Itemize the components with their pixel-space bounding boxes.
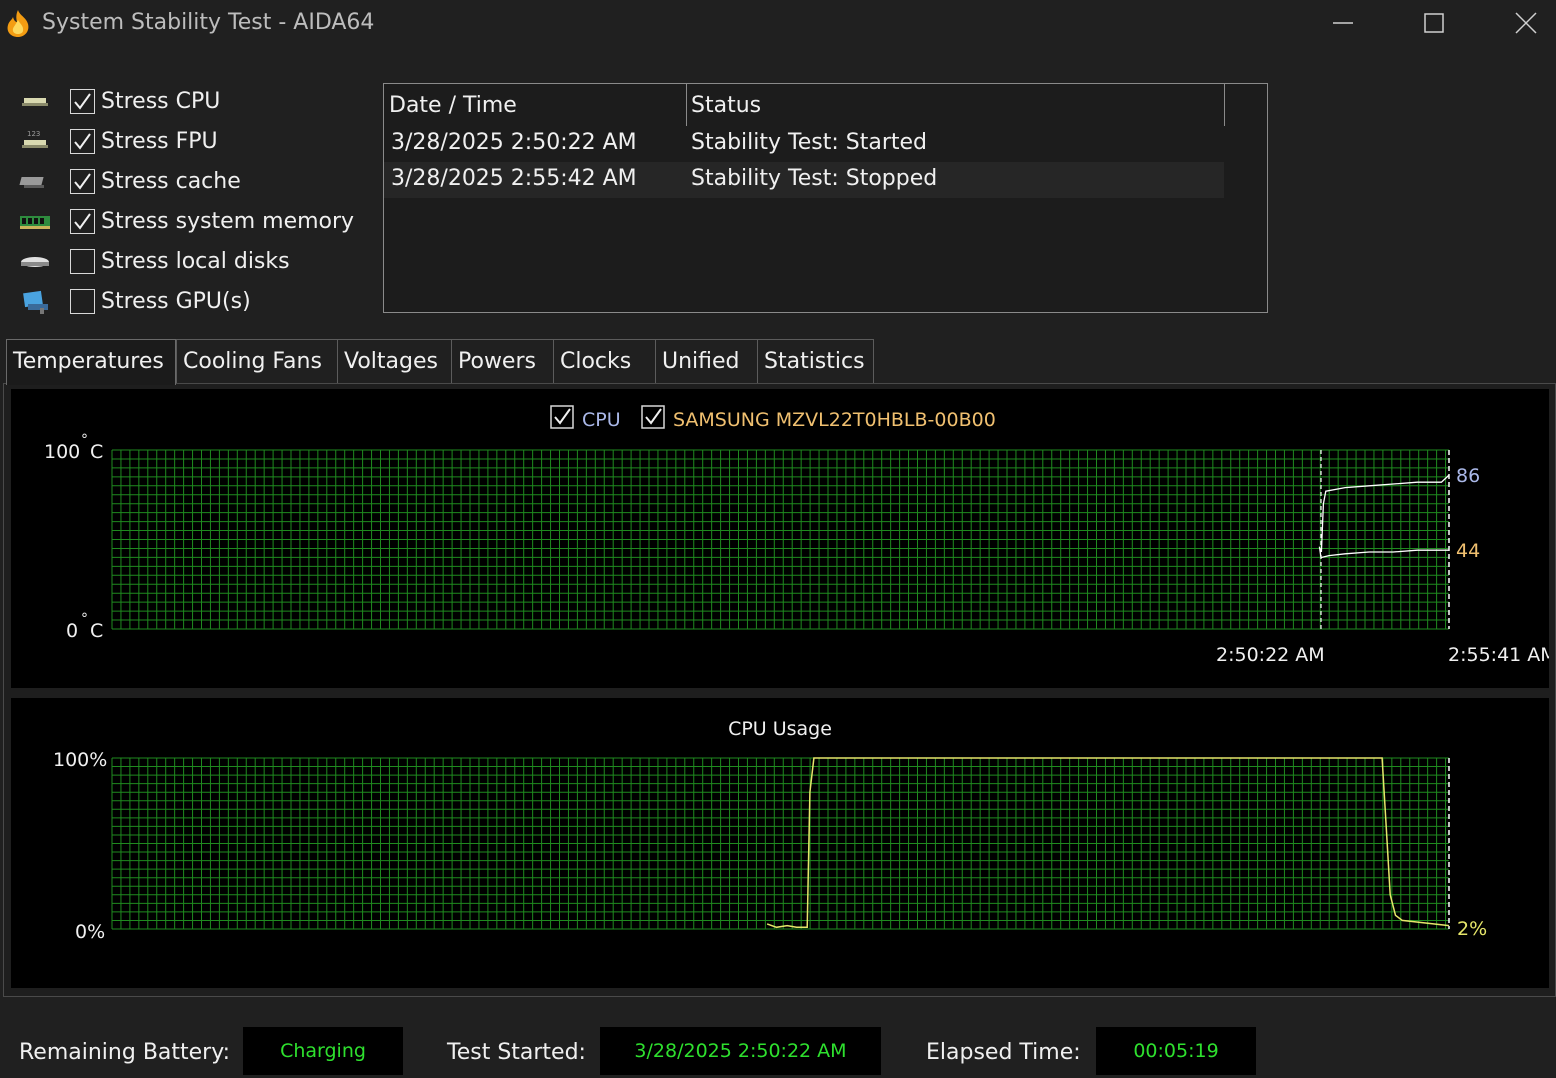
stress-option-label: Stress local disks bbox=[101, 249, 290, 274]
tab-cooling-fans[interactable]: Cooling Fans bbox=[176, 339, 343, 383]
stress-option-stress-fpu[interactable]: 123 Stress FPU bbox=[16, 124, 356, 160]
y-axis-max-label: 100 bbox=[44, 441, 80, 463]
stress-checkbox[interactable] bbox=[70, 209, 95, 234]
stress-option-label: Stress cache bbox=[101, 169, 241, 194]
stress-option-label: Stress system memory bbox=[101, 209, 355, 234]
stress-option-label: Stress FPU bbox=[101, 129, 218, 154]
elapsed-time-value: 00:05:19 bbox=[1133, 1040, 1219, 1062]
checkmark-icon bbox=[74, 213, 91, 230]
degree-symbol: ° bbox=[81, 432, 88, 448]
svg-text:123: 123 bbox=[27, 130, 40, 138]
y-axis-min-label: 0 bbox=[66, 620, 78, 642]
chart-grid bbox=[111, 757, 1449, 930]
close-button[interactable] bbox=[1496, 0, 1556, 46]
log-date-time: 3/28/2025 2:50:22 AM bbox=[391, 130, 637, 155]
battery-value-box: Charging bbox=[243, 1027, 403, 1075]
series-current-value: 2% bbox=[1457, 918, 1487, 940]
log-status: Stability Test: Stopped bbox=[691, 166, 938, 191]
stress-checkbox[interactable] bbox=[70, 129, 95, 154]
tab-label: Temperatures bbox=[13, 349, 164, 374]
tab-powers[interactable]: Powers bbox=[451, 339, 554, 383]
cache-chip-icon bbox=[19, 177, 44, 188]
tab-clocks[interactable]: Clocks bbox=[553, 339, 656, 383]
stress-option-stress-cache[interactable]: Stress cache bbox=[16, 164, 356, 200]
flame-icon bbox=[7, 10, 29, 37]
stress-option-stress-gpu-s[interactable]: Stress GPU(s) bbox=[16, 284, 356, 320]
column-header-date-time[interactable]: Date / Time bbox=[389, 93, 517, 118]
log-date-time: 3/28/2025 2:55:42 AM bbox=[391, 166, 637, 191]
stress-option-stress-cpu[interactable]: Stress CPU bbox=[16, 84, 356, 120]
disk-icon bbox=[21, 257, 49, 267]
log-status: Stability Test: Started bbox=[691, 130, 927, 155]
log-header: Date / Time Status bbox=[384, 84, 1267, 126]
stress-option-label: Stress CPU bbox=[101, 89, 221, 114]
tab-statistics[interactable]: Statistics bbox=[757, 339, 874, 383]
stress-checkbox[interactable] bbox=[70, 249, 95, 274]
battery-label: Remaining Battery: bbox=[19, 1040, 231, 1065]
cpu-usage-chart-svg: CPU Usage 100% 0% 2% bbox=[53, 718, 1487, 943]
series-line-cpu bbox=[1320, 474, 1450, 553]
column-header-status[interactable]: Status bbox=[691, 93, 761, 118]
legend-label: CPU bbox=[582, 409, 621, 431]
stress-checkbox[interactable] bbox=[70, 169, 95, 194]
elapsed-time-value-box: 00:05:19 bbox=[1096, 1027, 1256, 1075]
y-axis-unit-label: C bbox=[90, 441, 103, 463]
tab-label: Unified bbox=[662, 349, 740, 374]
event-log-table[interactable]: Date / Time Status 3/28/2025 2:50:22 AM … bbox=[383, 83, 1268, 313]
series-current-value: 86 bbox=[1456, 465, 1480, 487]
maximize-icon bbox=[1424, 13, 1444, 33]
degree-symbol: ° bbox=[81, 611, 88, 627]
stress-option-stress-local-disks[interactable]: Stress local disks bbox=[16, 244, 356, 280]
cpu-chip-icon bbox=[22, 98, 48, 106]
x-axis-start-label: 2:50:22 AM bbox=[1216, 644, 1325, 666]
maximize-button[interactable] bbox=[1404, 0, 1464, 46]
fpu-chip-icon: 123 bbox=[22, 130, 48, 148]
checkmark-icon bbox=[74, 133, 91, 150]
stress-checkbox[interactable] bbox=[70, 89, 95, 114]
series-current-value: 44 bbox=[1456, 540, 1480, 562]
column-divider[interactable] bbox=[686, 84, 687, 126]
tab-temperatures[interactable]: Temperatures bbox=[6, 339, 176, 385]
table-row[interactable]: 3/28/2025 2:55:42 AM Stability Test: Sto… bbox=[384, 162, 1224, 198]
test-started-value-box: 3/28/2025 2:50:22 AM bbox=[600, 1027, 881, 1075]
tab-voltages[interactable]: Voltages bbox=[337, 339, 452, 383]
minimize-icon bbox=[1333, 22, 1353, 24]
chart-grid bbox=[111, 449, 1449, 630]
x-axis-end-label: 2:55:41 AM bbox=[1448, 644, 1549, 666]
temperature-chart-svg: CPU SAMSUNG MZVL22T0HBLB-00B00100°C0°C2:5… bbox=[44, 405, 1549, 666]
elapsed-time-label: Elapsed Time: bbox=[926, 1040, 1081, 1065]
test-started-label: Test Started: bbox=[447, 1040, 586, 1065]
memory-module-icon bbox=[20, 216, 50, 229]
column-divider[interactable] bbox=[1224, 84, 1225, 126]
minimize-button[interactable] bbox=[1313, 0, 1373, 46]
close-icon bbox=[1515, 12, 1537, 34]
y-axis-max-label: 100% bbox=[53, 749, 107, 771]
cpu-usage-chart: CPU Usage 100% 0% 2% bbox=[11, 698, 1549, 988]
chart-title: CPU Usage bbox=[728, 718, 832, 740]
legend-item[interactable]: SAMSUNG MZVL22T0HBLB-00B00 bbox=[641, 405, 996, 431]
y-axis-unit-label: C bbox=[90, 620, 103, 642]
tab-label: Powers bbox=[458, 349, 536, 374]
title-bar: System Stability Test - AIDA64 bbox=[0, 0, 1556, 46]
stress-checkbox[interactable] bbox=[70, 289, 95, 314]
tab-label: Clocks bbox=[560, 349, 632, 374]
gpu-icon bbox=[23, 290, 48, 314]
checkmark-icon bbox=[74, 173, 91, 190]
test-started-value: 3/28/2025 2:50:22 AM bbox=[634, 1040, 847, 1062]
tab-label: Cooling Fans bbox=[183, 349, 322, 374]
legend-item[interactable]: CPU bbox=[550, 405, 621, 431]
stress-option-label: Stress GPU(s) bbox=[101, 289, 251, 314]
tab-unified[interactable]: Unified bbox=[655, 339, 758, 383]
tab-label: Statistics bbox=[764, 349, 865, 374]
checkmark-icon bbox=[74, 93, 91, 110]
tab-label: Voltages bbox=[344, 349, 438, 374]
y-axis-min-label: 0% bbox=[75, 921, 105, 943]
stress-option-stress-system-memory[interactable]: Stress system memory bbox=[16, 204, 356, 240]
legend-label: SAMSUNG MZVL22T0HBLB-00B00 bbox=[673, 409, 996, 431]
table-row[interactable]: 3/28/2025 2:50:22 AM Stability Test: Sta… bbox=[384, 126, 1224, 162]
window-title: System Stability Test - AIDA64 bbox=[42, 10, 375, 35]
temperature-chart: CPU SAMSUNG MZVL22T0HBLB-00B00 100 ° C 0 ° C 2:5… bbox=[11, 389, 1549, 688]
battery-value: Charging bbox=[280, 1040, 366, 1062]
